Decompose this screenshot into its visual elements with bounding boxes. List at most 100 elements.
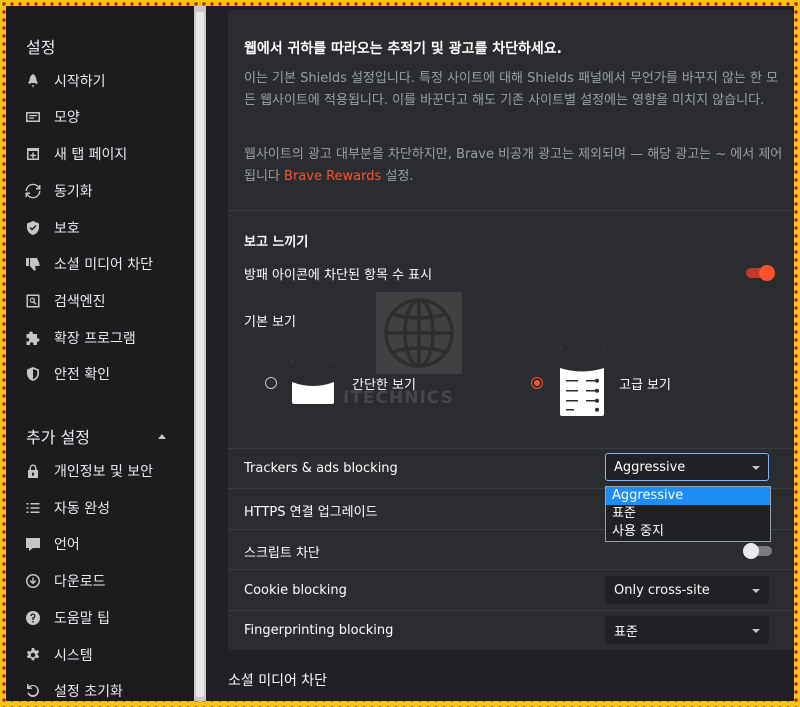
- divider: [228, 210, 794, 211]
- main-content: 웹에서 귀하를 따라오는 추적기 및 광고를 차단하세요. 이는 기본 Shie…: [206, 6, 794, 701]
- appearance-icon: [24, 108, 42, 126]
- sidebar-item-search-engine[interactable]: 검색엔진: [24, 287, 189, 315]
- simple-view-illustration: [292, 360, 334, 404]
- social-blocking-section-title: 소셜 미디어 차단: [228, 673, 328, 689]
- cookie-blocking-select[interactable]: Only cross-site: [605, 576, 769, 604]
- sidebar-item-languages[interactable]: 언어: [24, 530, 189, 558]
- gear-icon: [24, 646, 42, 664]
- sidebar-item-new-tab[interactable]: 새 탭 페이지: [24, 140, 189, 168]
- https-upgrade-label: HTTPS 연결 업그레이드: [244, 505, 378, 520]
- fingerprinting-blocking-label: Fingerprinting blocking: [244, 623, 394, 638]
- lock-icon: [24, 462, 42, 480]
- sidebar-item-label: 개인정보 및 보안: [54, 464, 154, 480]
- sidebar-item-label: 언어: [54, 537, 80, 553]
- chevron-down-icon: [752, 466, 760, 470]
- trackers-blocking-select[interactable]: Aggressive: [605, 453, 769, 481]
- fingerprinting-blocking-select[interactable]: 표준: [605, 616, 769, 644]
- sidebar-item-label: 새 탭 페이지: [54, 147, 128, 163]
- sidebar-item-label: 시스템: [54, 648, 93, 664]
- badge-count-label: 방패 아이콘에 차단된 항목 수 표시: [244, 268, 433, 283]
- advanced-view-illustration: [560, 348, 604, 416]
- new-tab-icon: [24, 145, 42, 163]
- sidebar-item-label: 도움말 팁: [54, 611, 110, 627]
- ads-desc-suffix: 설정.: [385, 169, 414, 184]
- simple-view-radio[interactable]: [265, 377, 277, 389]
- trackers-blocking-label: Trackers & ads blocking: [244, 461, 398, 476]
- list-icon: [24, 499, 42, 517]
- trackers-blocking-dropdown: Aggressive 표준 사용 중지: [605, 486, 771, 542]
- divider: [228, 610, 794, 611]
- script-blocking-label: 스크립트 차단: [244, 546, 320, 561]
- sidebar-item-label: 확장 프로그램: [54, 331, 136, 347]
- dropdown-option-aggressive[interactable]: Aggressive: [606, 487, 770, 505]
- script-blocking-toggle[interactable]: [743, 543, 772, 559]
- shields-card: 웹에서 귀하를 따라오는 추적기 및 광고를 차단하세요. 이는 기본 Shie…: [228, 10, 794, 650]
- sidebar-item-get-started[interactable]: 시작하기: [24, 67, 189, 95]
- sidebar-item-label: 설정 초기화: [54, 684, 123, 700]
- watermark-text: ITECHNICS: [343, 388, 454, 408]
- dropdown-option-disabled[interactable]: 사용 중지: [606, 523, 770, 541]
- puzzle-icon: [24, 329, 42, 347]
- sync-icon: [24, 182, 42, 200]
- cookie-blocking-value: Only cross-site: [614, 582, 710, 598]
- sidebar-item-system[interactable]: 시스템: [24, 641, 189, 669]
- watermark-logo: [376, 292, 462, 374]
- dropdown-option-standard[interactable]: 표준: [606, 505, 770, 523]
- sidebar-item-safety-check[interactable]: 안전 확인: [24, 360, 189, 388]
- look-and-feel-title: 보고 느끼기: [244, 235, 309, 250]
- advanced-settings-toggle[interactable]: 추가 설정: [26, 424, 166, 448]
- cookie-blocking-label: Cookie blocking: [244, 583, 347, 598]
- sidebar-item-label: 시작하기: [54, 74, 106, 90]
- shields-heading: 웹에서 귀하를 따라오는 추적기 및 광고를 차단하세요.: [244, 41, 562, 57]
- sidebar-item-label: 모양: [54, 110, 80, 126]
- advanced-settings-title: 추가 설정: [26, 428, 90, 447]
- caret-up-icon: [158, 433, 166, 439]
- sidebar-item-label: 다운로드: [54, 574, 106, 590]
- sidebar-item-privacy[interactable]: 개인정보 및 보안: [24, 457, 189, 485]
- download-icon: [24, 572, 42, 590]
- divider: [228, 569, 794, 570]
- shields-ads-description: 웹사이트의 광고 대부분을 차단하지만, Brave 비공개 광고는 제외되며 …: [244, 144, 784, 188]
- sidebar-item-downloads[interactable]: 다운로드: [24, 567, 189, 595]
- safety-shield-icon: [24, 365, 42, 383]
- shield-icon: [24, 219, 42, 237]
- rocket-icon: [24, 72, 42, 90]
- badge-count-toggle[interactable]: [746, 265, 775, 281]
- sidebar-item-help-tips[interactable]: 도움말 팁: [24, 604, 189, 632]
- sidebar-item-label: 검색엔진: [54, 294, 106, 310]
- reset-icon: [24, 682, 42, 700]
- settings-window: 설정 시작하기 모양 새 탭 페이지 동기화 보호 소셜 미디어 차단 검색엔진: [6, 6, 794, 701]
- sidebar-item-label: 소셜 미디어 차단: [54, 257, 154, 273]
- search-icon: [24, 292, 42, 310]
- advanced-view-radio[interactable]: [531, 377, 543, 389]
- advanced-view-label: 고급 보기: [619, 378, 671, 393]
- chevron-down-icon: [752, 629, 760, 633]
- brave-rewards-link[interactable]: Brave Rewards: [284, 169, 381, 184]
- sidebar-item-label: 동기화: [54, 184, 93, 200]
- sidebar-item-label: 보호: [54, 221, 80, 237]
- sidebar: 설정 시작하기 모양 새 탭 페이지 동기화 보호 소셜 미디어 차단 검색엔진: [6, 6, 194, 701]
- toggle-knob: [759, 265, 775, 281]
- globe-icon: [384, 298, 454, 368]
- language-icon: [24, 535, 42, 553]
- chevron-down-icon: [752, 589, 760, 593]
- fingerprinting-blocking-value: 표준: [614, 624, 638, 640]
- toggle-knob: [743, 543, 759, 559]
- sidebar-item-label: 안전 확인: [54, 367, 110, 383]
- sidebar-item-extensions[interactable]: 확장 프로그램: [24, 324, 189, 352]
- help-icon: [24, 609, 42, 627]
- divider: [228, 448, 794, 449]
- sidebar-item-label: 자동 완성: [54, 501, 110, 517]
- sidebar-title: 설정: [26, 38, 56, 57]
- shields-description: 이는 기본 Shields 설정입니다. 특정 사이트에 대해 Shields …: [244, 71, 779, 108]
- thumbs-down-icon: [24, 255, 42, 273]
- sidebar-item-appearance[interactable]: 모양: [24, 103, 189, 131]
- trackers-blocking-value: Aggressive: [614, 459, 686, 475]
- sidebar-item-social-blocking[interactable]: 소셜 미디어 차단: [24, 250, 189, 278]
- default-view-label: 기본 보기: [244, 315, 296, 330]
- sidebar-item-reset[interactable]: 설정 초기화: [24, 677, 189, 701]
- sidebar-item-autofill[interactable]: 자동 완성: [24, 494, 189, 522]
- sidebar-scrollbar-thumb[interactable]: [196, 12, 204, 697]
- sidebar-item-shields[interactable]: 보호: [24, 214, 189, 242]
- sidebar-item-sync[interactable]: 동기화: [24, 177, 189, 205]
